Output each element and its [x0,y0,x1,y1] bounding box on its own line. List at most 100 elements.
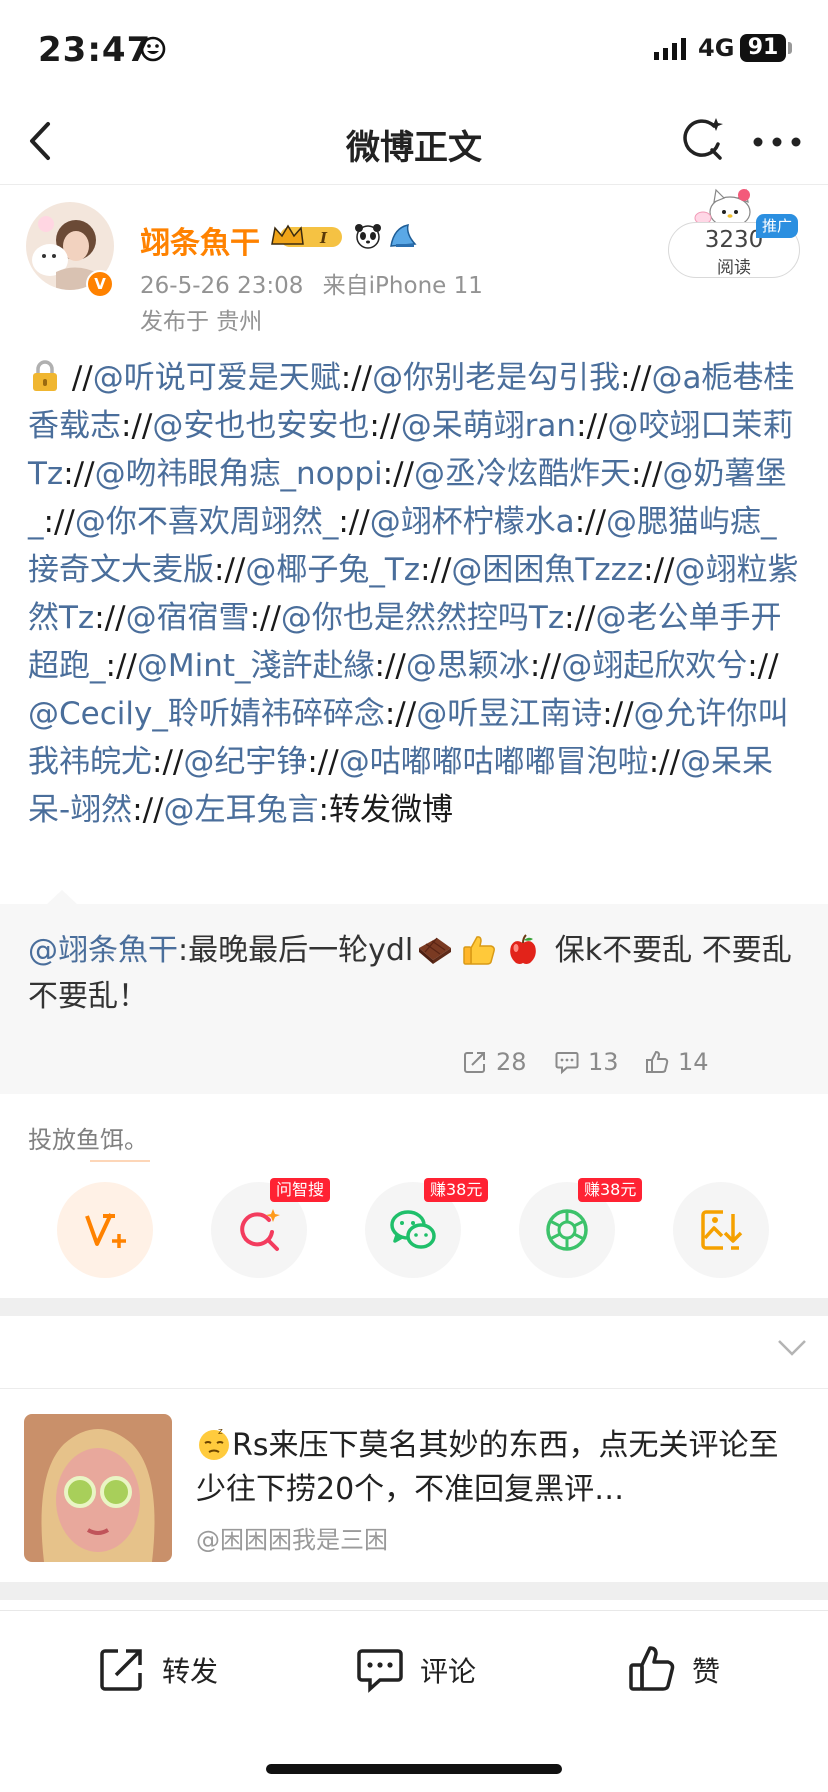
post-location: 发布于 贵州 [140,309,263,335]
panda-icon [355,224,381,249]
v-plus-button[interactable] [57,1182,153,1278]
post-text-fragment: :// [420,552,452,588]
comment-stat[interactable]: 13 [554,1044,619,1080]
post-timestamp: 26-5-26 23:08 [140,273,304,299]
post-text-fragment: :// [307,744,339,780]
post-text-fragment: :// [249,600,281,636]
post-text-fragment: :// [369,408,401,444]
like-stat[interactable]: 14 [644,1044,709,1080]
mention-link[interactable]: @安也也安安也 [152,408,369,444]
recommend-author[interactable]: @困困困我是三困 [196,1520,388,1555]
mention-link[interactable]: @翊杯柠檬水a [370,504,575,540]
post-text-fragment: :// [105,648,137,684]
mention-link[interactable]: @你别老是勾引我 [372,360,620,396]
recommend-thumbnail[interactable] [24,1414,172,1562]
like-label: 赞 [692,1655,721,1688]
post-text: //@听说可爱是天赋://@你别老是勾引我://@a栀巷桂香载志://@安也也安… [28,354,804,834]
post-text-fragment: :// [43,504,75,540]
mention-link[interactable]: @听昱江南诗 [416,696,602,732]
repost-label: 转发 [162,1655,219,1688]
post-source: 来自iPhone 11 [322,273,483,299]
sleepy-face-icon: z [199,1427,229,1460]
promo-tag[interactable]: 推广 [756,214,798,238]
quote-pointer [46,890,78,905]
repost-icon [464,1052,485,1073]
username[interactable]: 翊条魚干 [140,218,260,262]
original-text-part1: :最晚最后一轮ydl [178,933,414,968]
thumbs-up-icon [463,936,496,965]
post-text-fragment: :// [340,360,373,396]
ai-search-tag: 问智搜 [270,1178,331,1202]
mention-link[interactable]: @丞冷炫酷炸天 [414,456,631,492]
bait-indicator [90,1160,150,1162]
recommend-title[interactable]: z Rs来压下莫名其妙的东西，点无关评论至少往下捞20个，不准回复黑评… [196,1424,806,1512]
mention-link[interactable]: @Mint_淺許赴緣 [137,648,375,684]
level-badge-text: I [319,229,328,247]
post-text-fragment: :// [620,360,652,396]
mention-link[interactable]: @翊起欣欢兮 [561,648,747,684]
post-meta: 26-5-26 23:08 来自iPhone 11 [140,266,495,300]
mention-link[interactable]: @咕嘟嘟咕嘟嘟冒泡啦 [339,744,649,780]
post-text-fragment: :// [338,504,370,540]
moments-icon [546,1209,588,1251]
mention-link[interactable]: @思颖冰 [406,648,530,684]
comment-button[interactable]: 评论 [354,1643,476,1693]
post-text-fragment: :// [382,456,414,492]
post-text-fragment: :// [648,744,681,780]
mention-link[interactable]: @吻祎眼角痣_noppi [95,456,383,492]
smiley-icon [140,36,166,62]
section-divider-bottom [0,1582,828,1600]
bottom-toolbar: 转发 评论 赞 [0,1610,828,1725]
mention-link[interactable]: @你不喜欢周翊然_ [75,504,339,540]
repost-button[interactable]: 转发 [96,1643,218,1693]
post-text-fragment: :// [564,600,596,636]
refresh-search-icon[interactable] [676,114,726,164]
mention-link[interactable]: @听说可爱是天赋 [93,360,341,396]
post-text-fragment: :// [529,648,562,684]
chevron-down-icon[interactable] [776,1338,808,1358]
mention-link[interactable]: @纪宇铮 [183,744,307,780]
shark-icon [390,224,417,247]
mention-link[interactable]: @宿宿雪 [126,600,250,636]
like-icon [629,1646,675,1691]
mention-link[interactable]: @困困魚Tzzz [451,552,643,588]
read-label: 阅读 [717,258,751,278]
svg-text:z: z [218,1427,223,1437]
comment-icon [357,1649,403,1693]
wechat-icon [390,1210,436,1249]
more-icon[interactable] [752,136,802,148]
v-plus-icon [85,1213,126,1248]
like-icon [646,1050,669,1073]
post-text-fragment: :// [374,648,406,684]
home-indicator[interactable] [266,1764,562,1774]
like-count: 14 [678,1048,709,1076]
comment-label: 评论 [420,1655,477,1688]
crown-level-icon: I [271,224,342,247]
mention-link[interactable]: @左耳兔言 [164,792,319,828]
status-bar: 23:47 4G 91 [0,0,828,100]
section-divider-line [0,1388,828,1389]
repost-stat[interactable]: 28 [462,1044,527,1080]
post-text-fragment: // [71,360,93,396]
mention-link[interactable]: @椰子兔_Tz [245,552,420,588]
section-divider [0,1298,828,1316]
signal-icon [654,38,686,60]
mention-link[interactable]: @你也是然然控吗Tz [281,600,564,636]
apple-icon [510,934,537,964]
post-text-fragment: :// [132,792,164,828]
status-time: 23:47 [38,30,152,70]
save-image-button[interactable] [673,1182,769,1278]
original-author-mention[interactable]: @翊条魚干 [28,933,178,968]
comment-count: 13 [588,1048,619,1076]
battery-icon: 91 [740,34,786,62]
battery-tip [788,42,792,54]
mention-link[interactable]: @呆萌翊ran [401,408,576,444]
post-text-fragment: :// [602,696,634,732]
post-text-fragment: :// [214,552,246,588]
post-text-fragment: :// [576,408,608,444]
like-button[interactable]: 赞 [626,1643,720,1693]
mention-link[interactable]: @Cecily_聆听婧祎碎碎念 [28,696,385,732]
post-text-fragment: :// [121,408,153,444]
network-type: 4G [698,34,735,62]
post-text-fragment: :// [94,600,126,636]
